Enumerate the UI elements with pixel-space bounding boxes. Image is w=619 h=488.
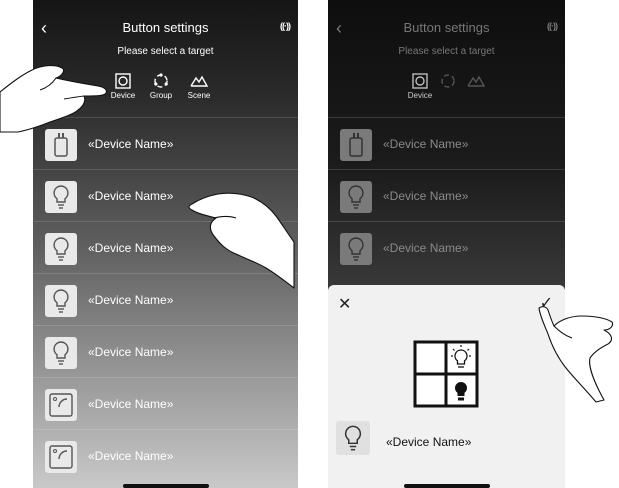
- bulb-icon: [348, 185, 364, 209]
- list-item[interactable]: «Device Name»: [328, 221, 565, 274]
- subtitle: Please select a target: [398, 46, 495, 57]
- target-label: Device: [407, 91, 433, 100]
- button-grid-icon: [413, 340, 479, 408]
- scene-icon: [190, 75, 208, 87]
- connection-icon: ((·)): [547, 21, 558, 31]
- device-thumb: [45, 181, 77, 213]
- bulb-icon: [348, 237, 364, 261]
- list-item[interactable]: «Device Name»: [33, 325, 298, 378]
- home-indicator: [123, 484, 209, 488]
- bulb-icon: [53, 237, 69, 261]
- target-label: Device: [110, 91, 136, 100]
- plug-icon: [54, 133, 68, 157]
- list-item[interactable]: «Device Name»: [328, 169, 565, 222]
- device-name: «Device Name»: [88, 449, 174, 463]
- list-item[interactable]: «Device Name»: [328, 117, 565, 170]
- phone-screen-right: ‹ Button settings ((·)) Please select a …: [328, 0, 565, 488]
- device-name: «Device Name»: [383, 241, 469, 255]
- device-name: «Device Name»: [88, 241, 174, 255]
- target-selector: Device: [400, 73, 530, 113]
- outlet-icon: [49, 445, 73, 469]
- selected-device-name: «Device Name»: [386, 435, 472, 449]
- confirm-icon[interactable]: ✓: [540, 293, 553, 313]
- bottom-sheet: ✕ ✓ «Device Name»: [328, 285, 565, 488]
- device-thumb: [45, 441, 77, 473]
- target-label: Scene: [187, 91, 211, 100]
- group-icon: [154, 73, 168, 88]
- target-scene[interactable]: [456, 73, 496, 91]
- device-icon: [412, 73, 428, 89]
- page-title: Button settings: [403, 20, 490, 35]
- connection-icon: ((·)): [280, 21, 291, 31]
- close-icon[interactable]: ✕: [338, 294, 351, 314]
- list-item[interactable]: «Device Name»: [33, 273, 298, 326]
- device-thumb: [45, 233, 77, 265]
- target-label: Group: [149, 91, 173, 100]
- list-item[interactable]: «Device Name»: [33, 429, 298, 482]
- bulb-icon: [53, 289, 69, 313]
- device-thumb: [340, 181, 372, 213]
- target-selector: Device Group Scene: [103, 73, 233, 113]
- device-thumb: [45, 285, 77, 317]
- bulb-icon: [344, 425, 362, 451]
- device-thumb: [45, 337, 77, 369]
- device-name: «Device Name»: [88, 137, 174, 151]
- device-name: «Device Name»: [88, 345, 174, 359]
- device-name: «Device Name»: [383, 189, 469, 203]
- device-name: «Device Name»: [88, 189, 174, 203]
- list-item[interactable]: «Device Name»: [33, 221, 298, 274]
- header-bar: ‹ Button settings ((·)): [33, 18, 298, 38]
- device-name: «Device Name»: [88, 293, 174, 307]
- target-scene[interactable]: Scene: [179, 73, 219, 100]
- list-item[interactable]: «Device Name»: [33, 169, 298, 222]
- bulb-icon: [53, 341, 69, 365]
- bulb-icon: [53, 185, 69, 209]
- device-name: «Device Name»: [88, 397, 174, 411]
- list-item[interactable]: «Device Name»: [33, 117, 298, 170]
- device-thumb: [340, 233, 372, 265]
- plug-icon: [349, 133, 363, 157]
- callout-number: 2: [235, 213, 247, 236]
- device-thumb: [340, 129, 372, 161]
- list-item[interactable]: «Device Name»: [33, 377, 298, 430]
- outlet-icon: [49, 393, 73, 417]
- page-title: Button settings: [122, 20, 209, 35]
- device-icon: [115, 73, 131, 89]
- device-name: «Device Name»: [383, 137, 469, 151]
- target-device[interactable]: Device: [103, 73, 143, 100]
- phone-screen-left: ‹ Button settings ((·)) Please select a …: [33, 0, 298, 488]
- header-bar: ‹ Button settings ((·)): [328, 18, 565, 38]
- subtitle: Please select a target: [117, 46, 214, 57]
- device-thumb: [45, 389, 77, 421]
- home-indicator: [404, 484, 490, 488]
- callout-number: 1: [36, 91, 48, 114]
- group-icon: [441, 74, 455, 88]
- device-thumb: [336, 421, 370, 455]
- target-group[interactable]: Group: [141, 73, 181, 100]
- scene-icon: [467, 75, 485, 87]
- device-thumb: [45, 129, 77, 161]
